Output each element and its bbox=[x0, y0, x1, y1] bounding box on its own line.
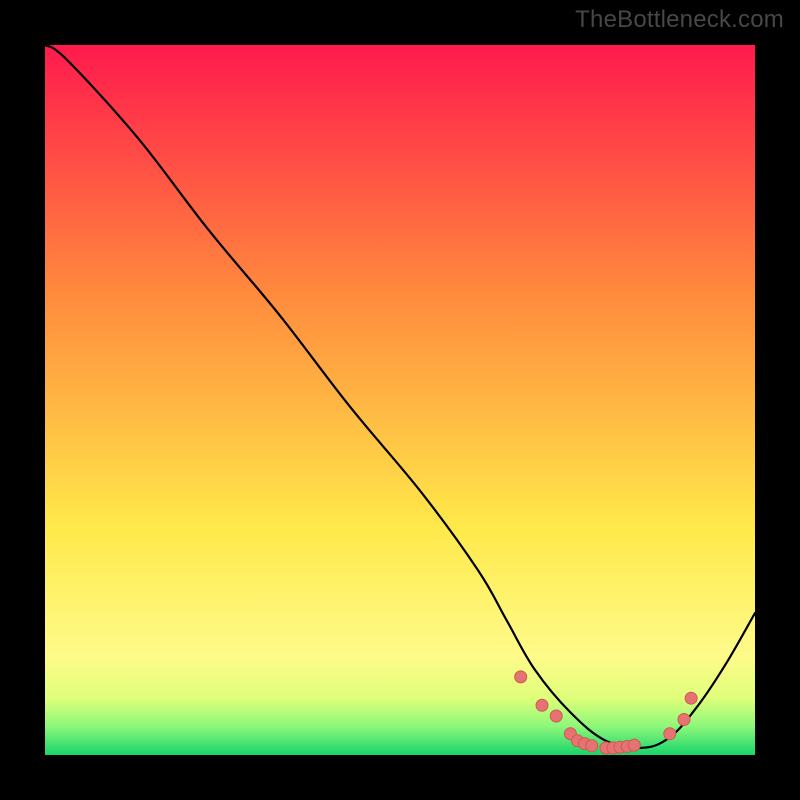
data-marker bbox=[586, 740, 598, 752]
watermark-text: TheBottleneck.com bbox=[575, 6, 784, 34]
data-marker bbox=[536, 699, 548, 711]
data-marker bbox=[515, 671, 527, 683]
data-marker bbox=[664, 728, 676, 740]
gradient-background bbox=[45, 45, 755, 755]
chart-svg bbox=[45, 45, 755, 755]
data-marker bbox=[678, 714, 690, 726]
chart-frame: TheBottleneck.com bbox=[0, 0, 800, 800]
plot-area bbox=[45, 45, 755, 755]
data-marker bbox=[550, 710, 562, 722]
data-marker bbox=[685, 692, 697, 704]
data-marker bbox=[628, 739, 640, 751]
